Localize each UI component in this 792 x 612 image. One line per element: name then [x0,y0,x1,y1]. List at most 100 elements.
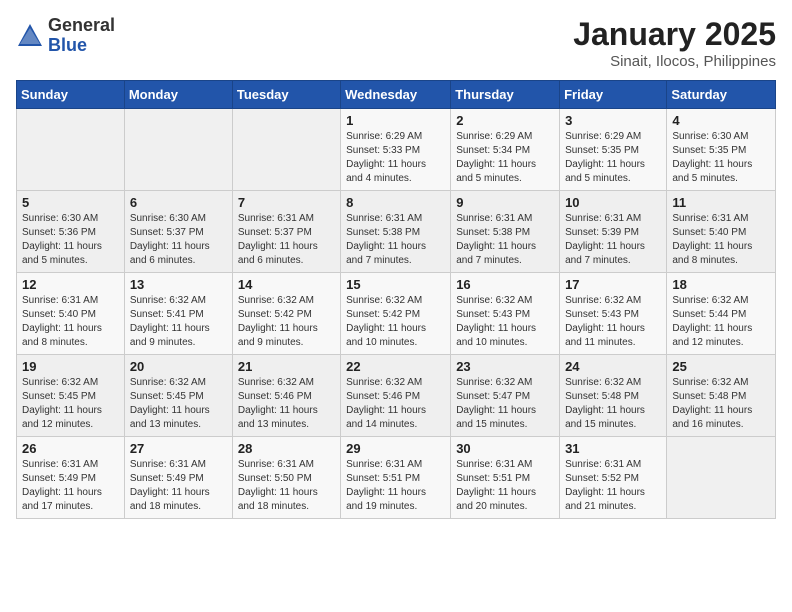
calendar-cell: 23 Sunrise: 6:32 AM Sunset: 5:47 PM Dayli… [451,355,560,437]
calendar-cell: 5 Sunrise: 6:30 AM Sunset: 5:36 PM Daylig… [17,191,125,273]
calendar-cell: 14 Sunrise: 6:32 AM Sunset: 5:42 PM Dayli… [232,273,340,355]
day-number: 2 [456,113,554,128]
day-info: Sunrise: 6:30 AM Sunset: 5:37 PM Dayligh… [130,212,227,268]
day-number: 21 [238,359,335,374]
logo-icon [16,22,44,50]
calendar-cell: 28Sunrise: 6:31 AM Sunset: 5:50 PM Dayli… [232,437,340,519]
calendar-week-1: 5 Sunrise: 6:30 AM Sunset: 5:36 PM Daylig… [17,191,776,273]
day-number: 17 [565,277,661,292]
day-info: Sunrise: 6:31 AM Sunset: 5:38 PM Dayligh… [456,212,554,268]
day-number: 14 [238,277,335,292]
day-number: 15 [346,277,445,292]
calendar-cell [124,109,232,191]
day-number: 16 [456,277,554,292]
calendar-cell: 9 Sunrise: 6:31 AM Sunset: 5:38 PM Daylig… [451,191,560,273]
day-number: 9 [456,195,554,210]
calendar-header: SundayMondayTuesdayWednesdayThursdayFrid… [17,81,776,109]
day-number: 12 [22,277,119,292]
calendar-cell: 21 Sunrise: 6:32 AM Sunset: 5:46 PM Dayli… [232,355,340,437]
day-number: 5 [22,195,119,210]
day-info: Sunrise: 6:32 AM Sunset: 5:47 PM Dayligh… [456,376,554,432]
calendar-cell [232,109,340,191]
location: Sinait, Ilocos, Philippines [573,53,776,70]
weekday-row: SundayMondayTuesdayWednesdayThursdayFrid… [17,81,776,109]
calendar-cell: 24 Sunrise: 6:32 AM Sunset: 5:48 PM Dayli… [560,355,667,437]
day-info: Sunrise: 6:31 AM Sunset: 5:51 PM Dayligh… [346,458,445,514]
day-number: 25 [672,359,770,374]
day-info: Sunrise: 6:32 AM Sunset: 5:43 PM Dayligh… [565,294,661,350]
calendar-cell: 20Sunrise: 6:32 AM Sunset: 5:45 PM Dayli… [124,355,232,437]
weekday-header-friday: Friday [560,81,667,109]
month-title: January 2025 [573,16,776,53]
calendar-cell: 16 Sunrise: 6:32 AM Sunset: 5:43 PM Dayli… [451,273,560,355]
day-info: Sunrise: 6:29 AM Sunset: 5:35 PM Dayligh… [565,130,661,186]
day-number: 24 [565,359,661,374]
day-info: Sunrise: 6:31 AM Sunset: 5:40 PM Dayligh… [672,212,770,268]
day-info: Sunrise: 6:31 AM Sunset: 5:51 PM Dayligh… [456,458,554,514]
calendar-cell: 31Sunrise: 6:31 AM Sunset: 5:52 PM Dayli… [560,437,667,519]
calendar-cell: 13 Sunrise: 6:32 AM Sunset: 5:41 PM Dayli… [124,273,232,355]
calendar-week-0: 1Sunrise: 6:29 AM Sunset: 5:33 PM Daylig… [17,109,776,191]
calendar-cell: 6 Sunrise: 6:30 AM Sunset: 5:37 PM Daylig… [124,191,232,273]
day-info: Sunrise: 6:29 AM Sunset: 5:34 PM Dayligh… [456,130,554,186]
day-number: 3 [565,113,661,128]
day-info: Sunrise: 6:32 AM Sunset: 5:42 PM Dayligh… [346,294,445,350]
calendar-cell: 7Sunrise: 6:31 AM Sunset: 5:37 PM Daylig… [232,191,340,273]
day-number: 19 [22,359,119,374]
calendar-week-4: 26Sunrise: 6:31 AM Sunset: 5:49 PM Dayli… [17,437,776,519]
day-info: Sunrise: 6:32 AM Sunset: 5:45 PM Dayligh… [130,376,227,432]
calendar-cell: 22Sunrise: 6:32 AM Sunset: 5:46 PM Dayli… [341,355,451,437]
day-number: 30 [456,441,554,456]
calendar-week-3: 19 Sunrise: 6:32 AM Sunset: 5:45 PM Dayli… [17,355,776,437]
calendar-cell: 3 Sunrise: 6:29 AM Sunset: 5:35 PM Daylig… [560,109,667,191]
calendar-cell: 2 Sunrise: 6:29 AM Sunset: 5:34 PM Daylig… [451,109,560,191]
calendar-cell: 10 Sunrise: 6:31 AM Sunset: 5:39 PM Dayli… [560,191,667,273]
day-info: Sunrise: 6:29 AM Sunset: 5:33 PM Dayligh… [346,130,445,186]
day-info: Sunrise: 6:30 AM Sunset: 5:36 PM Dayligh… [22,212,119,268]
day-number: 31 [565,441,661,456]
calendar-cell: 12 Sunrise: 6:31 AM Sunset: 5:40 PM Dayli… [17,273,125,355]
calendar-cell: 27 Sunrise: 6:31 AM Sunset: 5:49 PM Dayli… [124,437,232,519]
day-number: 28 [238,441,335,456]
day-info: Sunrise: 6:32 AM Sunset: 5:48 PM Dayligh… [672,376,770,432]
day-info: Sunrise: 6:31 AM Sunset: 5:39 PM Dayligh… [565,212,661,268]
day-info: Sunrise: 6:32 AM Sunset: 5:42 PM Dayligh… [238,294,335,350]
calendar-cell: 26Sunrise: 6:31 AM Sunset: 5:49 PM Dayli… [17,437,125,519]
day-info: Sunrise: 6:31 AM Sunset: 5:49 PM Dayligh… [22,458,119,514]
day-number: 13 [130,277,227,292]
calendar-cell [667,437,776,519]
calendar-week-2: 12 Sunrise: 6:31 AM Sunset: 5:40 PM Dayli… [17,273,776,355]
day-info: Sunrise: 6:32 AM Sunset: 5:41 PM Dayligh… [130,294,227,350]
day-number: 7 [238,195,335,210]
day-number: 29 [346,441,445,456]
day-info: Sunrise: 6:32 AM Sunset: 5:46 PM Dayligh… [238,376,335,432]
day-number: 4 [672,113,770,128]
logo-text: General Blue [48,16,115,56]
weekday-header-monday: Monday [124,81,232,109]
day-info: Sunrise: 6:31 AM Sunset: 5:49 PM Dayligh… [130,458,227,514]
day-number: 10 [565,195,661,210]
day-number: 22 [346,359,445,374]
day-number: 23 [456,359,554,374]
calendar-cell: 17 Sunrise: 6:32 AM Sunset: 5:43 PM Dayli… [560,273,667,355]
calendar-cell: 15 Sunrise: 6:32 AM Sunset: 5:42 PM Dayli… [341,273,451,355]
weekday-header-wednesday: Wednesday [341,81,451,109]
calendar-cell: 29 Sunrise: 6:31 AM Sunset: 5:51 PM Dayli… [341,437,451,519]
day-info: Sunrise: 6:32 AM Sunset: 5:48 PM Dayligh… [565,376,661,432]
day-info: Sunrise: 6:31 AM Sunset: 5:38 PM Dayligh… [346,212,445,268]
day-number: 27 [130,441,227,456]
page-header: General Blue January 2025 Sinait, Ilocos… [16,16,776,70]
calendar-table: SundayMondayTuesdayWednesdayThursdayFrid… [16,80,776,519]
title-block: January 2025 Sinait, Ilocos, Philippines [573,16,776,70]
calendar-cell: 4Sunrise: 6:30 AM Sunset: 5:35 PM Daylig… [667,109,776,191]
weekday-header-saturday: Saturday [667,81,776,109]
day-info: Sunrise: 6:32 AM Sunset: 5:44 PM Dayligh… [672,294,770,350]
calendar-cell: 8Sunrise: 6:31 AM Sunset: 5:38 PM Daylig… [341,191,451,273]
calendar-cell: 1Sunrise: 6:29 AM Sunset: 5:33 PM Daylig… [341,109,451,191]
day-info: Sunrise: 6:31 AM Sunset: 5:40 PM Dayligh… [22,294,119,350]
calendar-cell: 25 Sunrise: 6:32 AM Sunset: 5:48 PM Dayli… [667,355,776,437]
day-info: Sunrise: 6:32 AM Sunset: 5:43 PM Dayligh… [456,294,554,350]
day-number: 6 [130,195,227,210]
calendar-body: 1Sunrise: 6:29 AM Sunset: 5:33 PM Daylig… [17,109,776,519]
calendar-cell: 19Sunrise: 6:32 AM Sunset: 5:45 PM Dayli… [17,355,125,437]
